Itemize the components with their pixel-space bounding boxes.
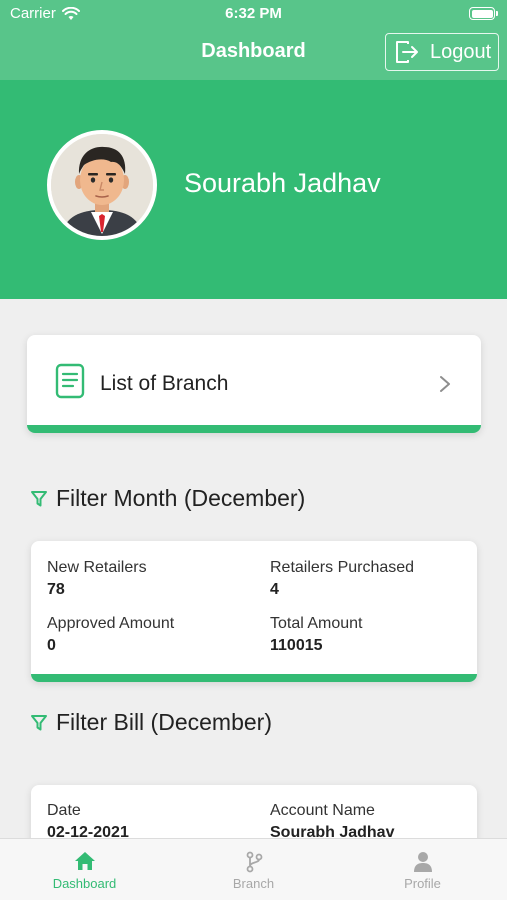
month-stats-card: New Retailers 78 Retailers Purchased 4 A… <box>31 541 477 682</box>
stat-approved-amount: Approved Amount 0 <box>47 615 174 655</box>
bill-account-name: Account Name Sourabh Jadhav <box>270 802 394 842</box>
profile-header: Sourabh Jadhav <box>0 80 507 299</box>
tab-label: Branch <box>232 876 275 891</box>
document-icon <box>55 363 85 399</box>
stat-label: Total Amount <box>270 615 363 632</box>
stat-label: Approved Amount <box>47 615 175 632</box>
filter-icon <box>31 714 47 730</box>
filter-month-header[interactable]: Filter Month (December) <box>30 485 305 512</box>
filter-month-title: Filter Month (December) <box>56 485 306 511</box>
tab-label: Dashboard <box>52 876 117 891</box>
stat-value: 4 <box>270 581 279 598</box>
person-icon <box>413 852 432 872</box>
navigation-bar: Carrier 6:32 PM Dashboard Logout <box>0 0 507 80</box>
logout-button[interactable]: Logout <box>385 33 499 71</box>
status-bar: Carrier 6:32 PM <box>0 0 507 28</box>
card-accent-stripe <box>27 425 481 433</box>
stat-value: 110015 <box>270 637 323 654</box>
bill-field-label: Account Name <box>270 802 375 819</box>
bill-date: Date 02-12-2021 <box>47 802 129 842</box>
stat-total-amount: Total Amount 110015 <box>270 615 363 655</box>
stat-label: Retailers Purchased <box>270 559 415 576</box>
tab-label: Profile <box>404 876 441 891</box>
stat-new-retailers: New Retailers 78 <box>47 559 147 599</box>
filter-bill-header[interactable]: Filter Bill (December) <box>30 709 272 736</box>
list-of-branch-label: List of Branch <box>100 372 229 395</box>
tab-bar: Dashboard Branch Profile <box>0 838 507 900</box>
filter-icon <box>31 490 47 506</box>
logout-icon <box>396 41 418 63</box>
tab-profile[interactable]: Profile <box>338 839 507 900</box>
branch-icon <box>246 851 262 873</box>
filter-bill-title: Filter Bill (December) <box>56 709 272 735</box>
tab-branch[interactable]: Branch <box>169 839 338 900</box>
chevron-right-icon <box>440 376 450 392</box>
stat-value: 78 <box>47 581 65 598</box>
stat-label: New Retailers <box>47 559 147 576</box>
status-time: 6:32 PM <box>225 5 282 22</box>
battery-icon <box>469 7 498 20</box>
logout-label: Logout <box>430 40 492 63</box>
stat-value: 0 <box>47 637 56 654</box>
card-accent-stripe <box>31 674 477 682</box>
stat-retailers-purchased: Retailers Purchased 4 <box>270 559 414 599</box>
home-icon <box>74 852 95 870</box>
profile-name: Sourabh Jadhav <box>184 168 381 198</box>
bill-field-label: Date <box>47 802 81 819</box>
list-of-branch-card[interactable]: List of Branch <box>27 335 481 433</box>
tab-dashboard[interactable]: Dashboard <box>0 839 169 900</box>
avatar-illustration <box>51 134 153 236</box>
avatar[interactable] <box>47 130 157 240</box>
